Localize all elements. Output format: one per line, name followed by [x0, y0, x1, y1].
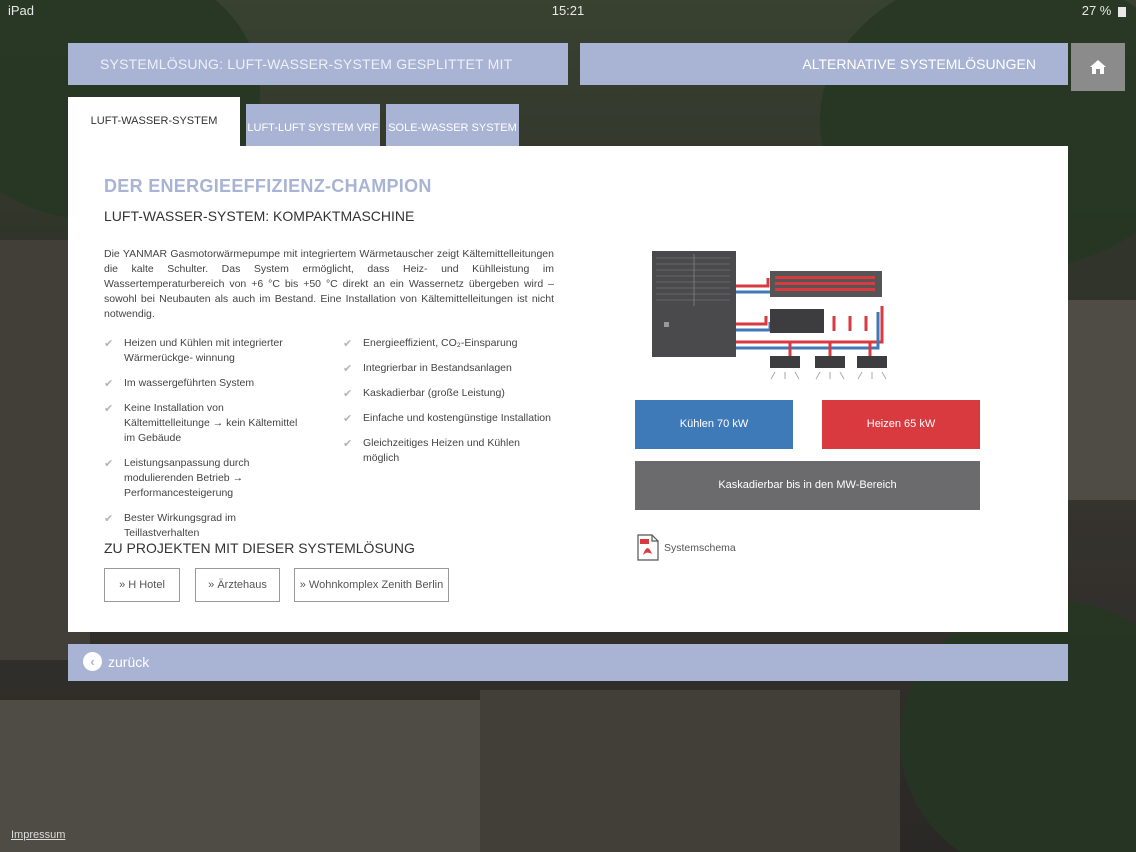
home-button[interactable]	[1071, 43, 1125, 91]
features-left: ✔ Heizen und Kühlen mit integrierter Wärm…	[104, 336, 304, 551]
back-label: zurück	[108, 654, 150, 670]
feature-item: ✔ Gleichzeitiges Heizen und Kühlen möglic…	[343, 437, 521, 464]
check-icon: ✔	[104, 513, 114, 525]
tab-luft-luft-vrf[interactable]: LUFT-LUFT SYSTEM VRF	[246, 104, 380, 146]
feature-item: ✔ Kaskadierbar (große Leistung)	[343, 387, 505, 400]
feature-item: ✔ Einfache und kostengünstige Installatio…	[343, 412, 551, 425]
project-button-aerztehaus[interactable]: » Ärztehaus	[195, 568, 280, 602]
page-subtitle: LUFT-WASSER-SYSTEM: KOMPAKTMASCHINE	[104, 208, 415, 224]
project-button-zenith-berlin[interactable]: » Wohnkomplex Zenith Berlin	[294, 568, 449, 602]
page-title: DER ENERGIEEFFIZIENZ-CHAMPION	[104, 176, 432, 196]
battery-icon	[1118, 6, 1126, 17]
check-icon: ✔	[104, 338, 114, 350]
feature-item: ✔ Keine Installation von Kältemittelleitu…	[104, 402, 298, 444]
feature-item: ✔ Energieeffizient, CO₂-Einsparung	[343, 337, 518, 350]
check-icon: ✔	[343, 338, 353, 350]
feature-item: ✔ Bester Wirkungsgrad im Teillastverhalte…	[104, 512, 237, 539]
projects-title: ZU PROJEKTEN MIT DIESER SYSTEMLÖSUNG	[104, 540, 415, 556]
status-bar: iPad 15:21 27 %	[0, 0, 1136, 22]
chevron-left-icon: ‹	[83, 652, 102, 671]
check-icon: ✔	[104, 378, 114, 390]
system-schema-link[interactable]: Systemschema	[637, 534, 736, 561]
back-button[interactable]: ‹ zurück	[68, 644, 1068, 681]
heating-capacity-box[interactable]: Heizen 65 kW	[822, 400, 980, 449]
feature-item: ✔ Im wassergeführten System	[104, 377, 255, 390]
clock: 15:21	[551, 3, 585, 18]
battery-percent: 27 %	[1081, 3, 1112, 18]
feature-item: ✔ Integrierbar in Bestandsanlagen	[343, 362, 512, 375]
tab-luft-wasser-kompakt[interactable]: LUFT-WASSER-SYSTEM KOMPAKT	[68, 97, 240, 176]
tab-sole-wasser[interactable]: SOLE-WASSER SYSTEM	[386, 104, 519, 146]
features-right: ✔ Energieeffizient, CO₂-Einsparung ✔ Integ…	[343, 336, 553, 476]
battery-indicator: 27 %	[1082, 3, 1126, 18]
feature-item: ✔ Leistungsanpassung durch modulierenden …	[104, 457, 250, 499]
content-panel: DER ENERGIEEFFIZIENZ-CHAMPION LUFT-WASSE…	[68, 146, 1068, 632]
check-icon: ✔	[343, 363, 353, 375]
check-icon: ✔	[104, 403, 114, 415]
system-title-bar: SYSTEMLÖSUNG: LUFT-WASSER-SYSTEM GESPLIT…	[68, 43, 568, 114]
check-icon: ✔	[104, 458, 114, 470]
check-icon: ✔	[343, 413, 353, 425]
cooling-capacity-box[interactable]: Kühlen 70 kW	[635, 400, 793, 449]
cascade-box[interactable]: Kaskadierbar bis in den MW-Bereich	[635, 461, 980, 510]
check-icon: ✔	[343, 388, 353, 400]
pdf-icon	[637, 534, 659, 561]
pdf-label: Systemschema	[664, 541, 736, 554]
feature-item: ✔ Heizen und Kühlen mit integrierter Wärm…	[104, 337, 283, 364]
system-diagram	[652, 251, 887, 380]
alternative-solutions-button[interactable]: ALTERNATIVE SYSTEMLÖSUNGEN	[580, 43, 1068, 85]
impressum-link[interactable]: Impressum	[11, 829, 65, 841]
project-button-h-hotel[interactable]: » H Hotel	[104, 568, 180, 602]
home-icon	[1090, 60, 1106, 74]
check-icon: ✔	[343, 438, 353, 450]
intro-text: Die YANMAR Gasmotorwärmepumpe mit integr…	[104, 248, 554, 320]
